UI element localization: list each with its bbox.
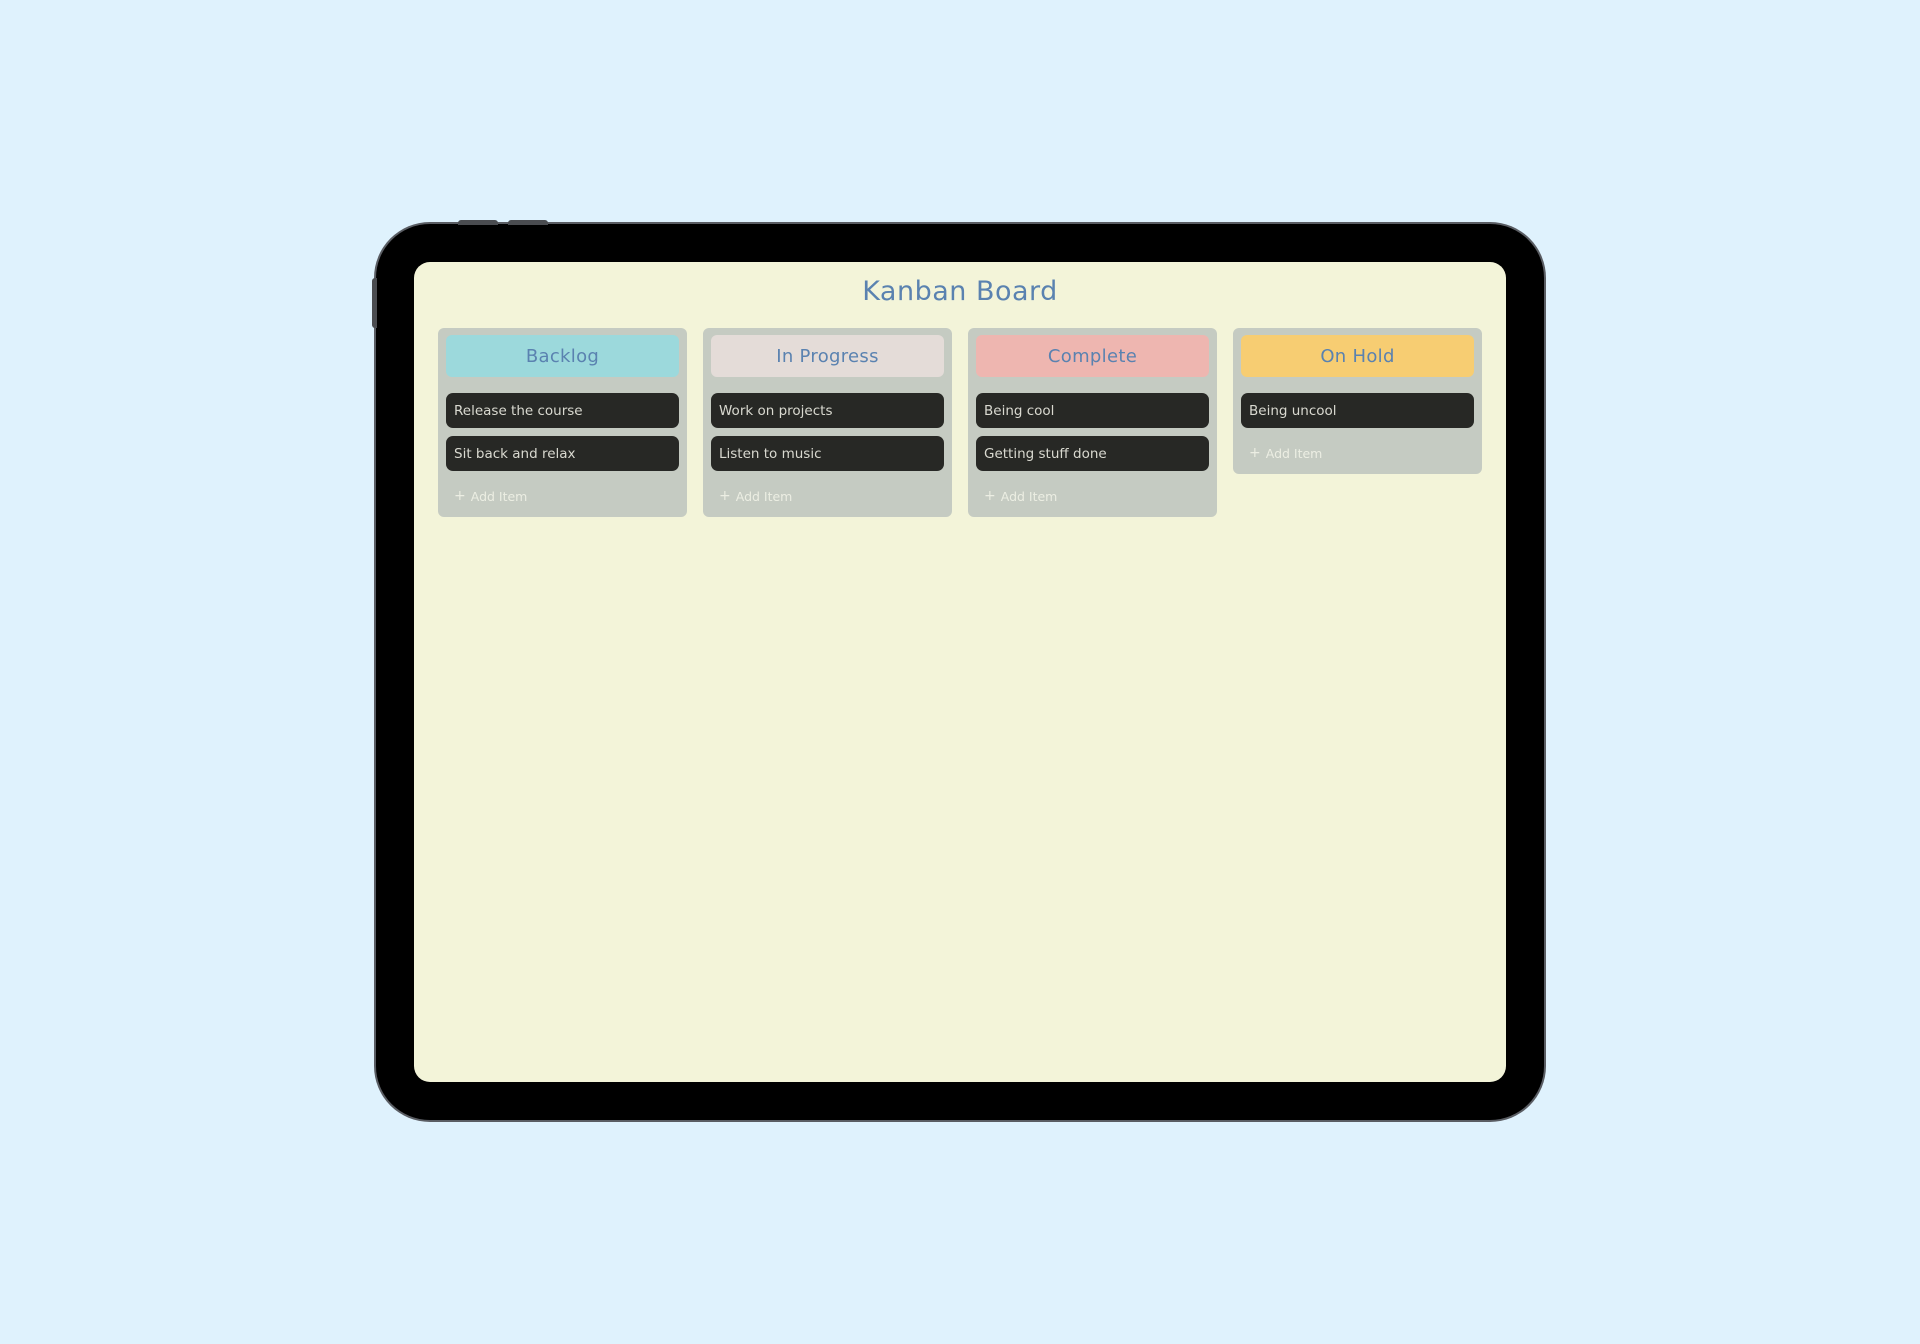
add-item-button[interactable]: + Add Item	[446, 485, 679, 507]
task-card[interactable]: Work on projects	[711, 393, 944, 428]
plus-icon: +	[454, 488, 466, 504]
plus-icon: +	[719, 488, 731, 504]
column-header: In Progress	[711, 335, 944, 377]
add-item-label: Add Item	[735, 488, 793, 504]
add-item-label: Add Item	[1265, 445, 1323, 461]
plus-icon: +	[984, 488, 996, 504]
add-item-button[interactable]: + Add Item	[1241, 442, 1474, 464]
column-on-hold: On Hold Being uncool + Add Item	[1233, 328, 1482, 474]
task-card[interactable]: Listen to music	[711, 436, 944, 471]
add-item-label: Add Item	[470, 488, 528, 504]
add-item-label: Add Item	[1000, 488, 1058, 504]
column-in-progress: In Progress Work on projects Listen to m…	[703, 328, 952, 517]
app-screen: Kanban Board Backlog Release the course …	[414, 262, 1506, 1082]
page-title: Kanban Board	[862, 276, 1058, 307]
tablet-top-button	[458, 220, 498, 225]
column-backlog: Backlog Release the course Sit back and …	[438, 328, 687, 517]
add-item-button[interactable]: + Add Item	[711, 485, 944, 507]
add-item-button[interactable]: + Add Item	[976, 485, 1209, 507]
column-header: Backlog	[446, 335, 679, 377]
task-card[interactable]: Release the course	[446, 393, 679, 428]
column-header: On Hold	[1241, 335, 1474, 377]
tablet-frame: Kanban Board Backlog Release the course …	[372, 220, 1544, 1120]
task-card[interactable]: Being cool	[976, 393, 1209, 428]
task-card[interactable]: Being uncool	[1241, 393, 1474, 428]
task-card[interactable]: Getting stuff done	[976, 436, 1209, 471]
tablet-top-button	[508, 220, 548, 225]
kanban-columns: Backlog Release the course Sit back and …	[438, 328, 1483, 517]
plus-icon: +	[1249, 445, 1261, 461]
column-header: Complete	[976, 335, 1209, 377]
tablet-side-button	[372, 278, 377, 328]
column-complete: Complete Being cool Getting stuff done +…	[968, 328, 1217, 517]
task-card[interactable]: Sit back and relax	[446, 436, 679, 471]
